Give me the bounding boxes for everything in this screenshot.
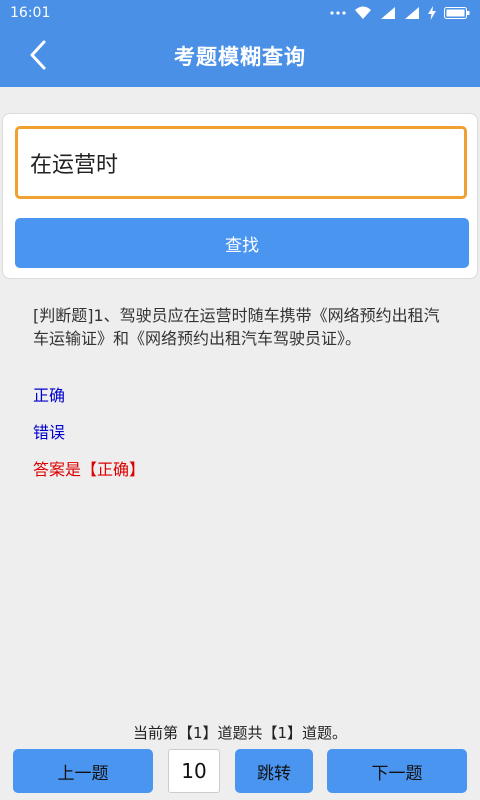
wifi-icon — [354, 6, 372, 20]
signal-icon — [380, 6, 396, 20]
status-icons — [330, 5, 470, 20]
search-input[interactable] — [15, 126, 467, 199]
more-dots-icon — [330, 10, 346, 16]
prev-question-button[interactable]: 上一题 — [13, 749, 153, 793]
battery-icon — [444, 6, 470, 19]
chevron-left-icon — [28, 39, 48, 75]
back-button[interactable] — [18, 37, 58, 77]
option-wrong[interactable]: 错误 — [33, 419, 65, 443]
signal-icon — [404, 6, 420, 20]
search-card: 查找 — [2, 113, 478, 279]
next-question-button[interactable]: 下一题 — [327, 749, 467, 793]
app-bar: 考题模糊查询 — [0, 25, 480, 87]
status-bar: 16:01 — [0, 0, 480, 25]
option-correct[interactable]: 正确 — [33, 382, 65, 406]
search-button[interactable]: 查找 — [15, 218, 469, 268]
pager-info: 当前第【1】道题共【1】道题。 — [132, 724, 348, 742]
question-text: [判断题]1、驾驶员应在运营时随车携带《网络预约出租汽车运输证》和《网络预约出租… — [33, 306, 440, 348]
answer-text: 答案是【正确】 — [33, 460, 146, 479]
status-time: 16:01 — [10, 4, 51, 21]
page-number-input[interactable] — [168, 749, 220, 793]
jump-button[interactable]: 跳转 — [235, 749, 313, 793]
charging-icon — [428, 5, 436, 20]
page-title: 考题模糊查询 — [174, 45, 306, 69]
